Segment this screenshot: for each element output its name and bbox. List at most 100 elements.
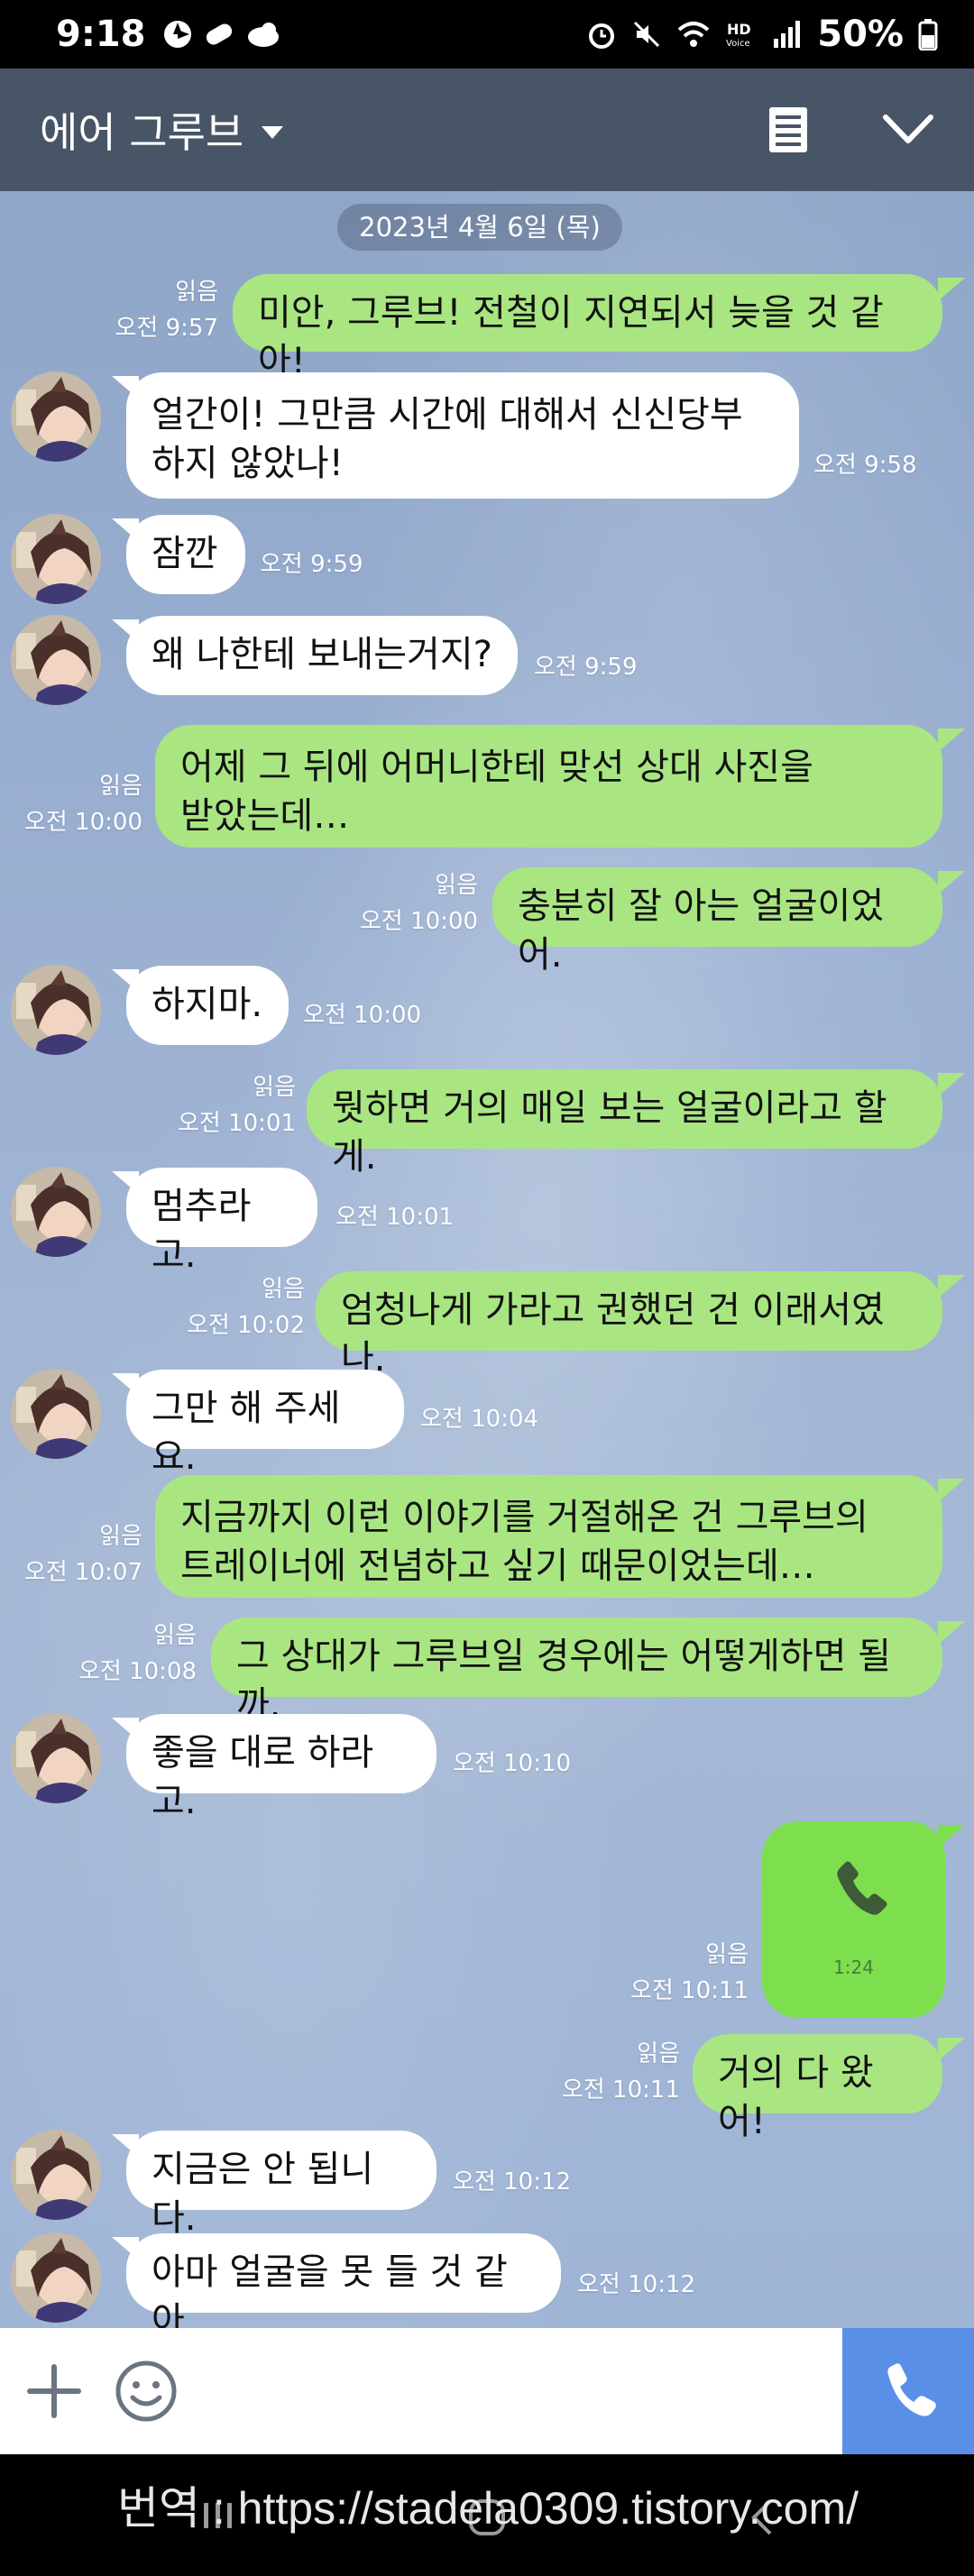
wifi-icon (677, 22, 710, 47)
message-bubble-out[interactable]: 뭣하면 거의 매일 보는 얼굴이라고 할게. (307, 1069, 942, 1178)
call-duration: 1:24 (833, 1957, 874, 1978)
notification-icons (162, 19, 281, 50)
message-time: 오전 10:08 (78, 1658, 197, 1685)
message-time: 오전 10:07 (23, 1559, 142, 1586)
bubble-tail (938, 1073, 965, 1096)
message-bubble-in[interactable]: 지금은 안 됩니다. (126, 2131, 436, 2239)
call-button[interactable] (842, 2328, 974, 2454)
avatar[interactable] (11, 1167, 101, 1257)
avatar[interactable] (11, 615, 101, 705)
read-receipt: 읽음 (435, 872, 478, 899)
message-bubble-out[interactable]: 어제 그 뒤에 어머니한테 맞선 상대 사진을 받았는데… (155, 725, 942, 848)
message-time: 오전 10:10 (453, 1750, 572, 1777)
cloud-icon (247, 23, 279, 47)
bubble-tail (938, 1825, 965, 1848)
message-input[interactable] (184, 2328, 842, 2454)
message-bubble-out[interactable]: 미안, 그루브! 전철이 지연되서 늦을 것 같아! (233, 274, 942, 382)
battery-icon (918, 19, 938, 50)
hd-voice-icon: HDVoice (726, 21, 751, 49)
bubble-tail (938, 2038, 965, 2061)
voice-call-bubble[interactable]: 1:24 (762, 1821, 945, 2018)
message-time: 오전 10:11 (561, 2076, 680, 2104)
message-bubble-out[interactable]: 충분히 잘 아는 얼굴이었어. (492, 867, 942, 976)
avatar-image (11, 1369, 101, 1459)
read-receipt: 읽음 (99, 773, 142, 800)
chat-title-button[interactable]: 에어 그루브 (40, 100, 285, 160)
avatar-image (11, 1167, 101, 1257)
svg-text:Voice: Voice (726, 39, 750, 49)
message-bubble-out[interactable]: 거의 다 왔어! (693, 2034, 942, 2142)
message-time: 오전 9:59 (260, 551, 363, 578)
avatar[interactable] (11, 371, 101, 462)
message-bubble-out[interactable]: 그 상대가 그루브일 경우에는 어떻게하면 될까. (211, 1618, 942, 1726)
status-bar: 9:18 HD Voice 50% (0, 0, 974, 69)
message-bubble-in[interactable]: 왜 나한테 보내는거지? (126, 616, 518, 695)
emoji-icon (115, 2361, 177, 2422)
message-time: 오전 10:00 (359, 908, 478, 935)
chat-title: 에어 그루브 (40, 108, 244, 157)
mute-icon (634, 21, 660, 48)
message-time: 오전 10:02 (186, 1312, 305, 1339)
avatar-image (11, 1713, 101, 1803)
phone-icon (837, 1861, 887, 1915)
message-bubble-in[interactable]: 얼간이! 그만큼 시간에 대해서 신신당부 하지 않았나! (126, 372, 799, 499)
read-receipt: 읽음 (637, 2040, 680, 2067)
phone-icon (887, 2363, 936, 2416)
message-bubble-in[interactable]: 잠깐 (126, 515, 245, 594)
message-time: 오전 9:57 (115, 315, 219, 342)
bubble-tail (938, 278, 965, 301)
input-bar (0, 2328, 974, 2454)
chat-header: 에어 그루브 (0, 69, 974, 191)
avatar[interactable] (11, 965, 101, 1055)
message-time: 오전 10:00 (303, 1002, 422, 1029)
read-receipt: 읽음 (153, 1622, 197, 1649)
aperture-icon (163, 21, 191, 48)
signal-icon (774, 21, 801, 48)
notes-icon[interactable] (767, 105, 810, 155)
pill-icon (206, 23, 232, 45)
caret-down-icon (262, 126, 284, 139)
add-attachment-button[interactable] (0, 2328, 108, 2454)
avatar[interactable] (11, 1713, 101, 1803)
avatar-image (11, 2232, 101, 2323)
chat-area[interactable]: 2023년 4월 6일 (목) 읽음 오전 9:57 미안, 그루브! 전철이 … (0, 191, 974, 2328)
avatar[interactable] (11, 1369, 101, 1459)
message-bubble-in[interactable]: 아마 얼굴을 못 들 것 같아. (126, 2233, 561, 2328)
message-bubble-out[interactable]: 지금까지 이런 이야기를 거절해온 건 그루브의 트레이너에 전념하고 싶기 때… (155, 1475, 942, 1598)
status-time: 9:18 (56, 14, 146, 55)
plus-icon (27, 2364, 81, 2418)
translator-watermark: 번역 : https://stadela0309.tistory.com/ (117, 2483, 859, 2534)
avatar-image (11, 371, 101, 462)
avatar[interactable] (11, 2232, 101, 2323)
bubble-tail (938, 871, 965, 894)
message-time: 오전 10:12 (577, 2271, 696, 2298)
message-time: 오전 10:01 (177, 1110, 296, 1137)
message-time: 오전 10:12 (453, 2168, 572, 2196)
avatar-image (11, 514, 101, 604)
message-time: 오전 9:58 (813, 452, 917, 479)
message-bubble-out[interactable]: 엄청나게 가라고 권했던 건 이래서였나. (316, 1271, 942, 1380)
svg-text:HD: HD (727, 21, 751, 38)
message-bubble-in[interactable]: 멈추라고. (126, 1168, 317, 1276)
avatar-image (11, 615, 101, 705)
read-receipt: 읽음 (705, 1941, 749, 1968)
read-receipt: 읽음 (99, 1523, 142, 1550)
read-receipt: 읽음 (175, 279, 218, 306)
message-bubble-in[interactable]: 그만 해 주세요. (126, 1370, 404, 1478)
read-receipt: 읽음 (262, 1276, 305, 1303)
chevron-down-icon[interactable] (882, 114, 934, 146)
avatar-image (11, 2130, 101, 2220)
message-time: 오전 10:00 (23, 809, 142, 836)
bubble-tail (938, 1621, 965, 1645)
avatar[interactable] (11, 514, 101, 604)
avatar[interactable] (11, 2130, 101, 2220)
message-bubble-in[interactable]: 좋을 대로 하라고. (126, 1714, 436, 1822)
message-bubble-in[interactable]: 하지마. (126, 966, 289, 1045)
message-time: 오전 10:11 (629, 1977, 749, 2004)
bubble-tail (938, 1275, 965, 1298)
bubble-tail (938, 1479, 965, 1502)
message-time: 오전 9:59 (534, 654, 638, 681)
battery-percent: 50% (817, 14, 904, 55)
emoji-button[interactable] (108, 2328, 184, 2454)
date-divider: 2023년 4월 6일 (목) (337, 204, 622, 251)
